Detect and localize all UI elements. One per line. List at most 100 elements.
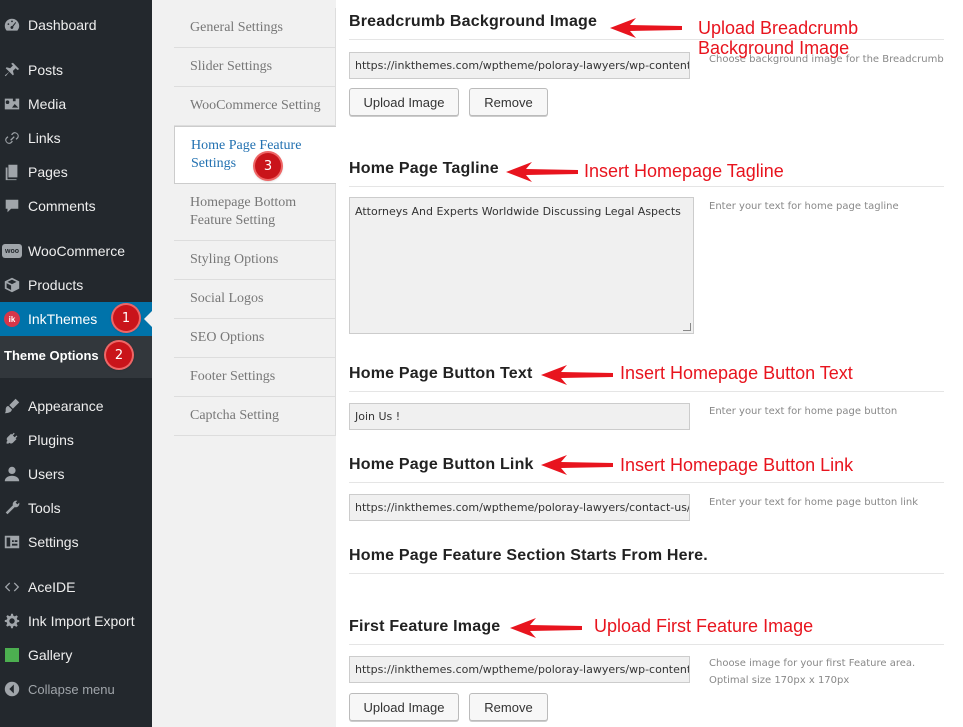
menu-label: Comments bbox=[28, 198, 96, 214]
help-line: Choose image for your first Feature area… bbox=[709, 658, 916, 669]
menu-item-users[interactable]: Users bbox=[0, 457, 152, 491]
user-icon bbox=[2, 464, 22, 484]
menu-label: Appearance bbox=[28, 398, 104, 414]
breadcrumb-remove-button[interactable]: Remove bbox=[469, 88, 548, 116]
pin-icon bbox=[2, 60, 22, 80]
divider bbox=[349, 482, 944, 483]
button-text-input[interactable]: Join Us ! bbox=[349, 403, 690, 430]
step-badge-1: 1 bbox=[113, 305, 139, 331]
tagline-help-text: Enter your text for home page tagline bbox=[709, 201, 899, 212]
resize-handle[interactable] bbox=[683, 323, 691, 331]
inkthemes-icon: ik bbox=[2, 309, 22, 329]
divider bbox=[349, 391, 944, 392]
admin-sidebar: Dashboard Posts Media Links Pages Commen… bbox=[0, 0, 152, 727]
menu-item-gallery[interactable]: Gallery bbox=[0, 638, 152, 672]
annotation-button-link: Insert Homepage Button Link bbox=[620, 455, 854, 475]
tab-woocommerce-setting[interactable]: WooCommerce Setting bbox=[174, 87, 336, 126]
code-icon bbox=[2, 577, 22, 597]
divider bbox=[349, 186, 944, 187]
annotation-line: Upload Breadcrumb bbox=[698, 18, 859, 38]
menu-item-comments[interactable]: Comments bbox=[0, 189, 152, 223]
menu-item-ink-import-export[interactable]: Ink Import Export bbox=[0, 604, 152, 638]
menu-item-products[interactable]: Products bbox=[0, 268, 152, 302]
menu-label: WooCommerce bbox=[28, 243, 125, 259]
section-title-button-text: Home Page Button Text bbox=[349, 365, 533, 382]
tagline-textarea[interactable]: Attorneys And Experts Worldwide Discussi… bbox=[349, 197, 694, 334]
step-badge-2: 2 bbox=[106, 342, 132, 368]
menu-item-appearance[interactable]: Appearance bbox=[0, 389, 152, 423]
menu-label: Media bbox=[28, 96, 67, 112]
section-title-tagline: Home Page Tagline bbox=[349, 160, 499, 177]
menu-item-posts[interactable]: Posts bbox=[0, 53, 152, 87]
help-line: Optimal size 170px x 170px bbox=[709, 675, 850, 686]
first-feature-upload-button[interactable]: Upload Image bbox=[349, 693, 459, 721]
tab-captcha-setting[interactable]: Captcha Setting bbox=[174, 397, 336, 436]
wrench-icon bbox=[2, 498, 22, 518]
breadcrumb-upload-button[interactable]: Upload Image bbox=[349, 88, 459, 116]
menu-label: Collapse menu bbox=[28, 681, 115, 697]
annotation-first-feature: Upload First Feature Image bbox=[594, 616, 814, 636]
tab-social-logos[interactable]: Social Logos bbox=[174, 280, 336, 319]
media-icon bbox=[2, 94, 22, 114]
section-title-first-feature: First Feature Image bbox=[349, 618, 501, 635]
annotation-button-text: Insert Homepage Button Text bbox=[620, 363, 853, 383]
button-link-help-text: Enter your text for home page button lin… bbox=[709, 497, 919, 508]
pages-icon bbox=[2, 162, 22, 182]
breadcrumb-image-url-input[interactable]: https://inkthemes.com/wptheme/poloray-la… bbox=[349, 52, 690, 79]
box-icon bbox=[2, 275, 22, 295]
annotation-tagline: Insert Homepage Tagline bbox=[584, 161, 784, 181]
menu-item-plugins[interactable]: Plugins bbox=[0, 423, 152, 457]
tab-homepage-bottom-feature-setting[interactable]: Homepage Bottom Feature Setting bbox=[174, 184, 336, 241]
section-title-feature-start: Home Page Feature Section Starts From He… bbox=[349, 547, 708, 564]
tab-slider-settings[interactable]: Slider Settings bbox=[174, 48, 336, 87]
step-badge-3: 3 bbox=[255, 153, 281, 179]
section-title-button-link: Home Page Button Link bbox=[349, 456, 534, 473]
divider bbox=[349, 644, 944, 645]
first-feature-help-text: Choose image for your first Feature area… bbox=[709, 655, 915, 689]
menu-item-settings[interactable]: Settings bbox=[0, 525, 152, 559]
first-feature-remove-button[interactable]: Remove bbox=[469, 693, 548, 721]
menu-item-dashboard[interactable]: Dashboard bbox=[0, 8, 152, 42]
link-icon bbox=[2, 128, 22, 148]
submenu-item-theme-options[interactable]: Theme Options bbox=[4, 348, 99, 363]
menu-label: Settings bbox=[28, 534, 79, 550]
annotation-arrow-icon bbox=[610, 18, 682, 38]
menu-label: Tools bbox=[28, 500, 61, 516]
tagline-value: Attorneys And Experts Worldwide Discussi… bbox=[355, 205, 681, 218]
brush-icon bbox=[2, 396, 22, 416]
tab-general-settings[interactable]: General Settings bbox=[174, 8, 336, 48]
annotation-line: Background Image bbox=[698, 38, 850, 58]
menu-label: Links bbox=[28, 130, 61, 146]
menu-label: Ink Import Export bbox=[28, 613, 135, 629]
menu-item-tools[interactable]: Tools bbox=[0, 491, 152, 525]
plug-icon bbox=[2, 430, 22, 450]
divider bbox=[349, 573, 944, 574]
menu-item-media[interactable]: Media bbox=[0, 87, 152, 121]
woo-icon: woo bbox=[2, 241, 22, 261]
menu-item-aceide[interactable]: AceIDE bbox=[0, 570, 152, 604]
button-link-input[interactable]: https://inkthemes.com/wptheme/poloray-la… bbox=[349, 494, 690, 521]
tab-seo-options[interactable]: SEO Options bbox=[174, 319, 336, 358]
annotation-arrow-icon bbox=[541, 365, 613, 385]
menu-label: InkThemes bbox=[28, 311, 98, 327]
settings-icon bbox=[2, 532, 22, 552]
menu-label: Posts bbox=[28, 62, 64, 78]
tab-styling-options[interactable]: Styling Options bbox=[174, 241, 336, 280]
section-title-breadcrumb: Breadcrumb Background Image bbox=[349, 13, 598, 30]
first-feature-image-url-input[interactable]: https://inkthemes.com/wptheme/poloray-la… bbox=[349, 656, 690, 683]
menu-label: Dashboard bbox=[28, 17, 97, 33]
comment-icon bbox=[2, 196, 22, 216]
tab-footer-settings[interactable]: Footer Settings bbox=[174, 358, 336, 397]
tab-home-page-feature-settings[interactable]: Home Page Feature Settings bbox=[174, 126, 337, 184]
annotation-arrow-icon bbox=[541, 455, 613, 475]
collapse-menu-button[interactable]: Collapse menu bbox=[0, 672, 152, 706]
menu-label: Plugins bbox=[28, 432, 74, 448]
menu-item-pages[interactable]: Pages bbox=[0, 155, 152, 189]
dashboard-icon bbox=[2, 15, 22, 35]
menu-label: Pages bbox=[28, 164, 68, 180]
collapse-icon bbox=[2, 679, 22, 699]
annotation-arrow-icon bbox=[510, 618, 582, 638]
menu-item-links[interactable]: Links bbox=[0, 121, 152, 155]
menu-item-woocommerce[interactable]: woo WooCommerce bbox=[0, 234, 152, 268]
menu-label: Users bbox=[28, 466, 65, 482]
